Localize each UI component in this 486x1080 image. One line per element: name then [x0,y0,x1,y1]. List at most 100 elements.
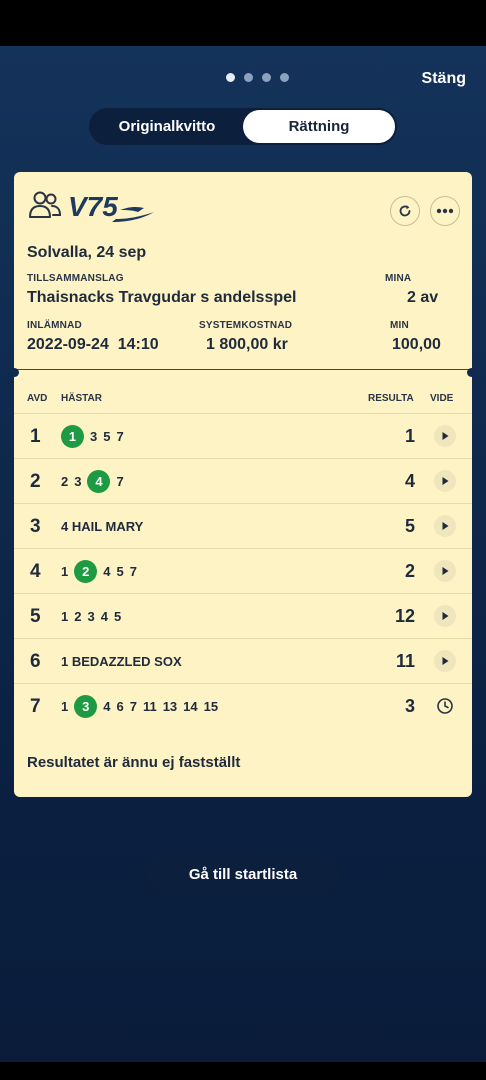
race-row[interactable]: 7 1 3 4 6 7 11 13 14 15 3 [14,683,472,728]
more-icon [436,208,454,214]
go-to-startlist-button[interactable]: Gå till startlista [146,852,340,897]
horse-number: 5 [116,564,124,579]
selected-horses: 12457 [61,549,137,594]
race-result: 4 [404,471,415,491]
team-value: Thaisnacks Travgudar s andelsspel [27,289,297,306]
race-row[interactable]: 3 4 HAIL MARY 5 [14,503,472,548]
divider-notch-left [10,368,19,377]
table-header: AVD HÄSTAR RESULTA VIDE [14,387,472,413]
clock-icon [437,698,453,714]
play-video-button[interactable] [434,515,456,537]
race-result: 1 [404,426,415,446]
receipt-view-toggle: Originalkvitto Rättning [89,108,397,145]
play-icon [442,432,449,440]
horse-number: 1 [61,564,69,579]
race-number: 2 [30,471,41,492]
min-value: 100,00 [392,336,441,353]
play-video-button[interactable] [434,425,456,447]
horse-number: 4 HAIL MARY [61,519,144,534]
receipt-divider [14,369,472,375]
race-number: 5 [30,606,41,627]
horse-number: 2 [74,609,82,624]
race-row[interactable]: 223474 [14,458,472,503]
submitted-value: 2022-09-24 14:10 [27,336,159,353]
selected-horses: 1357 [61,414,124,459]
horse-number: 15 [203,699,219,714]
horse-number: 14 [183,699,198,714]
more-options-button[interactable] [430,196,460,226]
v75-logo: V75 [68,191,154,222]
divider-notch-right [467,368,476,377]
play-icon [442,477,449,485]
page-dot-1 [226,73,235,82]
winning-horse-badge: 1 [61,425,84,448]
selected-horses: 1 3 4 6 7 11 13 14 15 [61,684,218,729]
race-result: 11 [395,651,415,671]
tab-original-receipt[interactable]: Originalkvitto [91,110,243,143]
selected-horses: 2347 [61,459,124,504]
page-indicator [226,73,289,82]
horse-number: 4 [103,564,111,579]
mine-label: MINA [385,273,412,284]
race-row[interactable]: 6 1 BEDAZZLED SOX 11 [14,638,472,683]
winning-horse-badge: 3 [74,695,98,718]
winning-horse-badge: 2 [74,560,98,583]
page-dot-2 [244,73,253,82]
play-icon [442,567,449,575]
race-result: 3 [404,696,415,716]
play-video-button[interactable] [434,470,456,492]
receipt-card: V75 Solvalla, 24 sep TILLSAMMANSLAG Thai… [14,172,472,797]
play-video-button[interactable] [434,560,456,582]
submitted-label: INLÄMNAD [27,320,82,331]
header-avd: AVD [27,393,48,404]
race-number: 3 [30,516,41,537]
winning-horse-badge: 4 [87,470,111,493]
receipt-header: V75 Solvalla, 24 sep TILLSAMMANSLAG Thai… [14,172,472,369]
team-label: TILLSAMMANSLAG [27,273,124,284]
page-dot-3 [262,73,271,82]
horse-number: 5 [103,429,111,444]
header-horses: HÄSTAR [61,393,102,404]
play-icon [442,522,449,530]
play-icon [442,612,449,620]
race-number: 1 [30,426,41,447]
horse-number: 7 [116,429,124,444]
race-result: 5 [404,516,415,536]
race-row[interactable]: 4124572 [14,548,472,593]
horse-number: 4 [100,609,108,624]
horse-number: 7 [129,699,137,714]
horse-number: 3 [74,474,82,489]
horse-number: 7 [116,474,124,489]
team-icon [29,191,62,218]
race-result: 2 [404,561,415,581]
status-bar [0,0,486,46]
play-video-button[interactable] [434,650,456,672]
horse-number: 5 [113,609,122,624]
horse-number: 11 [142,699,157,714]
race-number: 6 [30,651,41,672]
header-video: VIDE [430,393,454,404]
race-number: 4 [30,561,41,582]
horse-number: 3 [87,609,95,624]
navigation-bar [0,1062,486,1080]
cost-value: 1 800,00 kr [206,336,288,353]
play-icon [442,657,449,665]
cost-label: SYSTEMKOSTNAD [199,320,293,331]
tab-correction[interactable]: Rättning [243,110,395,143]
horse-number: 1 BEDAZZLED SOX [61,654,182,669]
track-date: Solvalla, 24 sep [27,244,147,261]
play-video-button[interactable] [434,605,456,627]
close-button[interactable]: Stäng [422,70,466,88]
horse-number: 6 [116,699,124,714]
race-row[interactable]: 113571 [14,413,472,458]
race-result: 12 [394,606,415,626]
refresh-button[interactable] [390,196,420,226]
race-number: 7 [30,696,41,717]
page-dot-4 [280,73,289,82]
race-row[interactable]: 5 1 2 3 4 5 12 [14,593,472,638]
refresh-icon [399,205,411,217]
min-label: MIN [390,320,409,331]
horse-number: 4 [103,699,111,714]
selected-horses: 12345 [61,594,121,639]
horse-number: 2 [61,474,69,489]
